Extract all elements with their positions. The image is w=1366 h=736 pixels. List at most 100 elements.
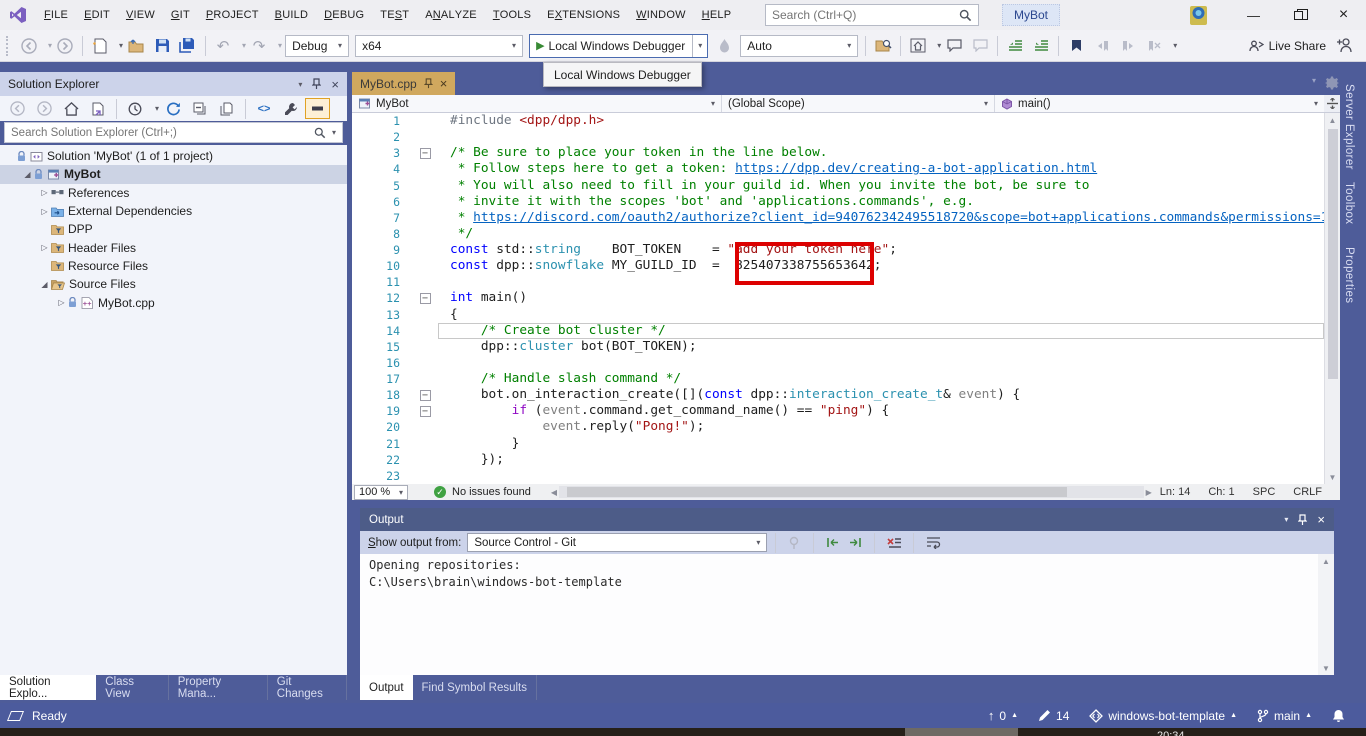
code-editor[interactable]: 1#include <dpp/dpp.h>23−/* Be sure to pl…	[352, 113, 1324, 484]
sync-with-active-document-button[interactable]	[86, 97, 110, 121]
tree-item-resource-files[interactable]: Resource Files	[0, 257, 347, 275]
code-line-5[interactable]: 5 * You will also need to fill in your g…	[352, 178, 1324, 194]
start-debugging-button[interactable]: ▶ Local Windows Debugger ▾	[529, 34, 708, 58]
vertical-tab-server-explorer[interactable]: Server Explorer	[1343, 84, 1355, 170]
project-badge[interactable]: MyBot	[1002, 4, 1060, 26]
search-icon[interactable]	[314, 127, 326, 139]
menu-build[interactable]: BUILD	[267, 0, 316, 30]
increase-indent-button[interactable]	[1029, 34, 1053, 58]
code-line-7[interactable]: 7 * https://discord.com/oauth2/authorize…	[352, 210, 1324, 226]
preview-selected-items-toggle[interactable]	[305, 98, 330, 119]
tab-git-changes[interactable]: Git Changes	[268, 675, 347, 700]
menu-project[interactable]: PROJECT	[198, 0, 267, 30]
expander-icon[interactable]: ▷	[55, 298, 68, 307]
undo-button[interactable]: ↶	[211, 34, 235, 58]
word-wrap-button[interactable]	[926, 536, 941, 549]
undo-dropdown[interactable]: ▾	[242, 41, 246, 50]
expander-icon[interactable]: ▷	[38, 243, 51, 252]
menu-window[interactable]: WINDOW	[628, 0, 694, 30]
tab-property-mana[interactable]: Property Mana...	[169, 675, 268, 700]
tree-item-mybot[interactable]: ◢MyBot	[0, 165, 347, 183]
search-icon[interactable]	[959, 9, 972, 22]
bookmark-button[interactable]	[1064, 34, 1088, 58]
code-line-15[interactable]: 15 dpp::cluster bot(BOT_TOKEN);	[352, 339, 1324, 355]
split-editor-button[interactable]	[1324, 95, 1340, 113]
save-button[interactable]	[150, 34, 174, 58]
code-line-12[interactable]: 12−int main()	[352, 290, 1324, 306]
se-home-button[interactable]	[59, 97, 83, 121]
menu-debug[interactable]: DEBUG	[316, 0, 372, 30]
debug-target-dropdown[interactable]: ▾	[692, 35, 707, 57]
menu-file[interactable]: FILE	[36, 0, 76, 30]
menu-git[interactable]: GIT	[163, 0, 198, 30]
output-source-combo[interactable]: Source Control - Git▾	[467, 533, 767, 552]
scroll-left-arrow[interactable]: ◀	[551, 485, 557, 499]
tab-list-dropdown[interactable]: ▾	[1312, 76, 1316, 90]
hscroll-thumb[interactable]	[567, 487, 1067, 497]
quick-search[interactable]	[765, 4, 979, 26]
branch-button[interactable]: main ▲	[1257, 709, 1312, 723]
open-file-button[interactable]	[124, 34, 148, 58]
window-position-dropdown[interactable]: ▾	[298, 80, 302, 89]
repository-button[interactable]: windows-bot-template ▲	[1089, 709, 1237, 723]
column-indicator[interactable]: Ch: 1	[1208, 486, 1234, 498]
solution-explorer-search[interactable]: ▾	[4, 122, 343, 143]
tab-output[interactable]: Output	[360, 675, 413, 700]
clear-all-button[interactable]	[887, 536, 901, 549]
decrease-indent-button[interactable]	[1003, 34, 1027, 58]
close-button[interactable]: ×	[1321, 0, 1366, 30]
expander-icon[interactable]: ◢	[38, 280, 51, 289]
menu-analyze[interactable]: ANALYZE	[417, 0, 485, 30]
output-panel-header[interactable]: Output ▾ ×	[360, 508, 1334, 531]
vertical-tab-toolbox[interactable]: Toolbox	[1343, 182, 1355, 224]
background-tasks-icon[interactable]	[7, 711, 24, 721]
configuration-combo[interactable]: Debug▾	[285, 35, 349, 57]
properties-button[interactable]	[279, 97, 303, 121]
refresh-button[interactable]	[161, 97, 185, 121]
output-close-icon[interactable]: ×	[1317, 512, 1325, 527]
collapse-all-button[interactable]	[188, 97, 212, 121]
pin-tab-icon[interactable]	[424, 78, 433, 89]
code-line-13[interactable]: 13{	[352, 307, 1324, 323]
new-project-button[interactable]	[88, 34, 112, 58]
attach-combo[interactable]: Auto▾	[740, 35, 858, 57]
menu-test[interactable]: TEST	[372, 0, 417, 30]
editor-options-gear-icon[interactable]	[1325, 76, 1339, 90]
tree-item-mybot-cpp[interactable]: ▷++MyBot.cpp	[0, 293, 347, 311]
menu-tools[interactable]: TOOLS	[485, 0, 539, 30]
output-pin-icon[interactable]	[1298, 514, 1307, 526]
scrollbar-thumb[interactable]	[1328, 129, 1338, 379]
nav-project-dropdown[interactable]: MyBot▾	[352, 95, 722, 112]
tree-item-dpp[interactable]: DPP	[0, 220, 347, 238]
platform-combo[interactable]: x64▾	[355, 35, 523, 57]
live-share-button[interactable]: Live Share	[1248, 39, 1326, 53]
menu-help[interactable]: HELP	[694, 0, 740, 30]
fold-toggle[interactable]: −	[412, 387, 438, 403]
code-line-19[interactable]: 19− if (event.command.get_command_name()…	[352, 403, 1324, 419]
vertical-tab-properties[interactable]: Properties	[1343, 247, 1355, 303]
editor-horizontal-scrollbar[interactable]: ◀ ▶	[551, 485, 1152, 499]
code-line-14[interactable]: 14 /* Create bot cluster */	[352, 323, 1324, 339]
code-line-16[interactable]: 16	[352, 355, 1324, 371]
comment-button[interactable]	[942, 34, 966, 58]
tree-item-source-files[interactable]: ◢Source Files	[0, 275, 347, 293]
navigate-back-button[interactable]	[17, 34, 41, 58]
close-tab-icon[interactable]: ×	[440, 76, 448, 91]
home-button[interactable]	[906, 34, 930, 58]
scroll-up-arrow[interactable]: ▲	[1329, 113, 1337, 127]
navigate-forward-button[interactable]	[53, 34, 77, 58]
code-line-22[interactable]: 22 });	[352, 452, 1324, 468]
nav-member-dropdown[interactable]: main()▾	[995, 95, 1324, 112]
tree-item-external-dependencies[interactable]: ▷External Dependencies	[0, 202, 347, 220]
output-position-dropdown[interactable]: ▾	[1284, 515, 1288, 524]
tree-item-references[interactable]: ▷References	[0, 184, 347, 202]
close-panel-icon[interactable]: ×	[331, 77, 339, 92]
output-log[interactable]: Opening repositories:C:\Users\brain\wind…	[360, 554, 1318, 675]
quick-search-input[interactable]	[772, 8, 959, 22]
tree-item-solution-mybot-1-of-1-project[interactable]: Solution 'MyBot' (1 of 1 project)	[0, 147, 347, 165]
output-scroll-up[interactable]: ▲	[1322, 554, 1330, 568]
toolbar-grip[interactable]	[6, 36, 13, 56]
save-all-button[interactable]	[176, 34, 200, 58]
toolbar-overflow-dropdown[interactable]: ▾	[1173, 41, 1177, 50]
user-avatar[interactable]	[1188, 5, 1209, 26]
